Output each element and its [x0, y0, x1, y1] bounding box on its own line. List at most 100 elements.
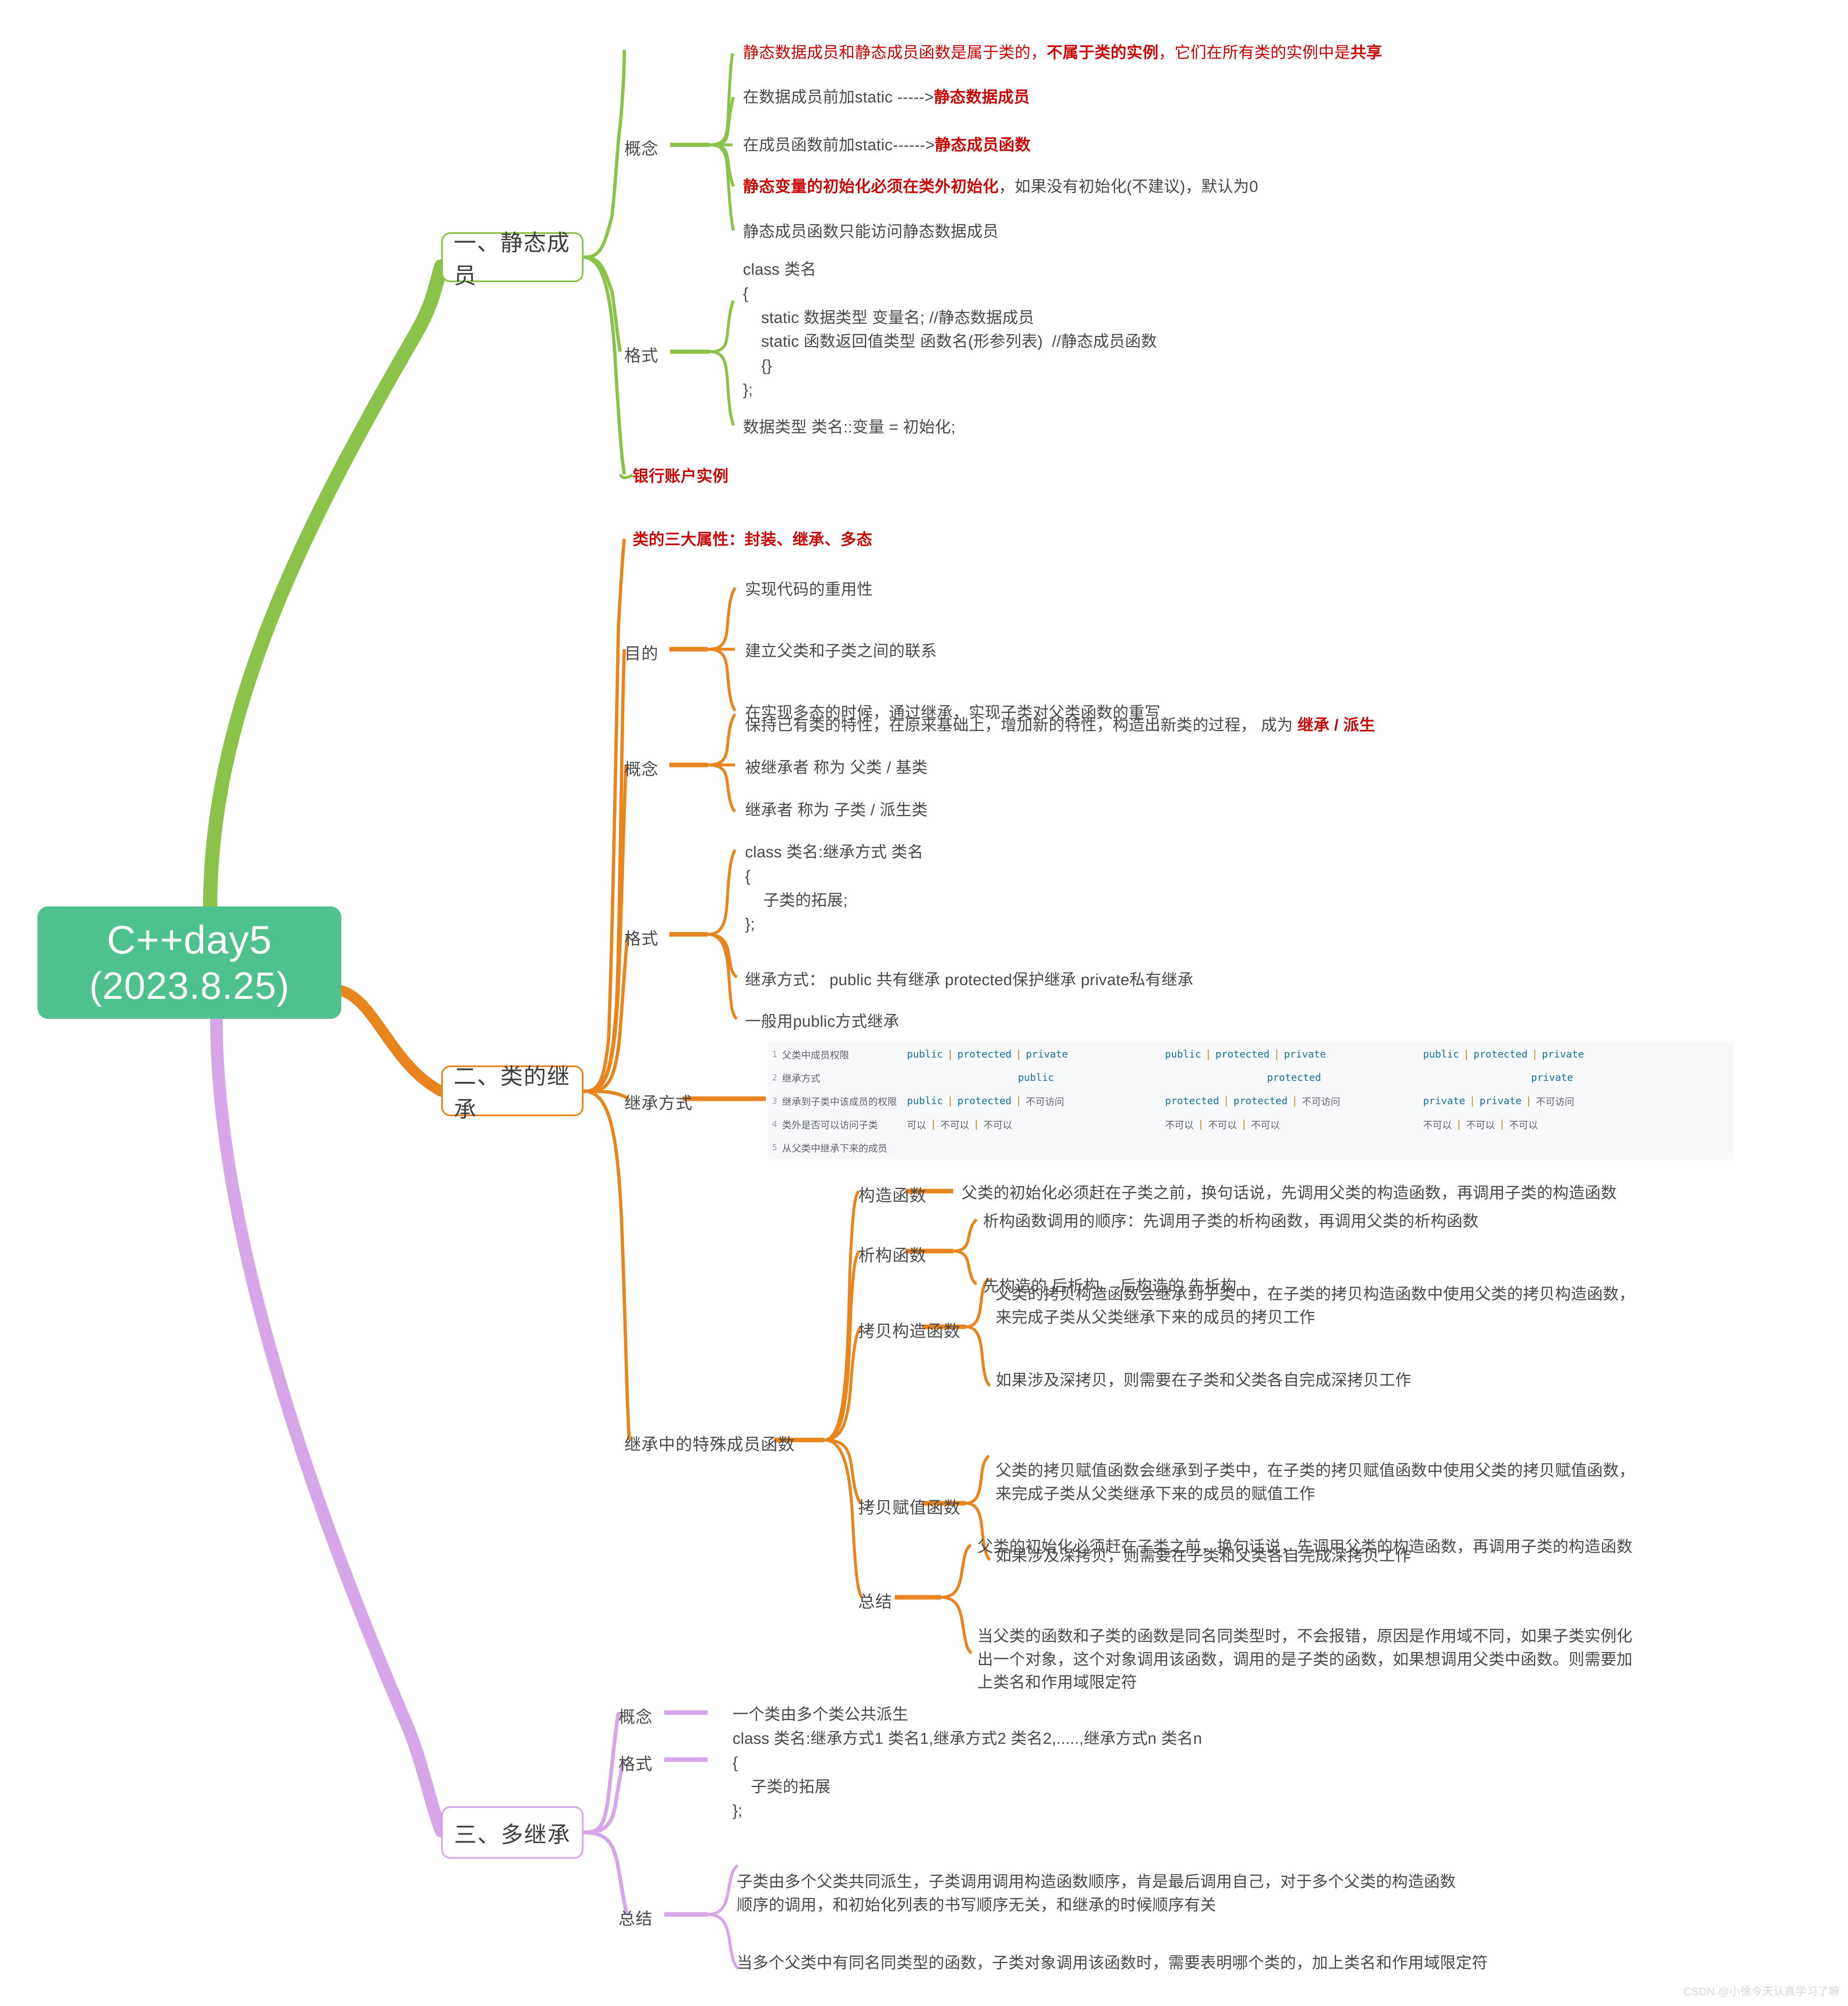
subgroup-label-copy-constructor[interactable]: 拷贝构造函数	[858, 1318, 961, 1342]
row-number: 5	[772, 1142, 777, 1152]
sep-icon: |	[1499, 1118, 1505, 1130]
sep-icon: |	[1469, 1095, 1475, 1107]
row-group: 不可以 | 不可以 | 不可以	[1165, 1117, 1423, 1131]
leaf-multi-concept: 一个类由多个类公共派生	[733, 1706, 909, 1723]
cell: 不可以	[983, 1120, 1012, 1130]
cell: protected	[1165, 1095, 1220, 1107]
branch-node-static-members[interactable]: 一、静态成员	[441, 231, 584, 288]
subgroup-label-constructor[interactable]: 构造函数	[858, 1182, 926, 1206]
leaf-bank-account-example: 银行账户实例	[633, 468, 729, 485]
group-label-concept-inherit[interactable]: 概念	[624, 756, 658, 780]
cell: 不可以	[1251, 1120, 1280, 1130]
leaf-static-concept-5: 静态成员函数只能访问静态数据成员	[743, 223, 999, 241]
cell: 不可以	[1423, 1120, 1452, 1130]
group-label-purpose[interactable]: 目的	[624, 640, 658, 664]
subgroup-label-text: 拷贝构造函数	[858, 1322, 961, 1341]
group-label-text: 继承中的特殊成员函数	[624, 1435, 795, 1454]
cell: 不可以	[1509, 1120, 1538, 1130]
sep-icon: |	[973, 1118, 979, 1130]
table-row: 1 父类中成员权限 public | protected | private publi…	[768, 1043, 1734, 1066]
group-label-text: 概念	[618, 1708, 653, 1726]
leaf-static-concept-1: 静态数据成员和静态成员函数是属于类的，不属于类的实例，它们在所有类的实例中是共享	[743, 44, 1383, 62]
sep-icon: |	[1292, 1095, 1298, 1107]
cell: public	[1423, 1048, 1459, 1060]
group-label-format-static[interactable]: 格式	[624, 342, 658, 366]
leaf-inherit-concept-3: 继承者 称为 子类 / 派生类	[745, 802, 928, 819]
cell: private	[1423, 1095, 1465, 1107]
group-label-text: 总结	[618, 1910, 653, 1928]
branch-node-multiple-inheritance[interactable]: 三、多继承	[441, 1806, 584, 1859]
sep-icon: |	[1463, 1048, 1470, 1060]
subgroup-label-summary-inherit[interactable]: 总结	[858, 1588, 892, 1612]
row-number: 1	[772, 1049, 777, 1059]
cell: private	[1479, 1095, 1522, 1107]
table-row: 3 继承到子类中该成员的权限 public | protected | 不可访问 pro…	[768, 1089, 1734, 1112]
sep-icon: |	[1532, 1048, 1538, 1060]
cell: protected	[1233, 1095, 1288, 1107]
row-number: 3	[772, 1096, 777, 1106]
root-title-line1: C++day5	[107, 918, 272, 963]
leaf-three-properties: 类的三大属性：封装、继承、多态	[633, 531, 873, 549]
leaf-inherit-concept-2: 被继承者 称为 父类 / 基类	[745, 759, 928, 777]
cell: 可以	[907, 1120, 926, 1130]
leaf-multi-summary-1: 子类由多个父类共同派生，子类调用调用构造函数顺序，肯是最后调用自己，对于多个父类…	[737, 1873, 1456, 1914]
leaf-static-concept-3: 在成员函数前加static------>静态成员函数	[743, 137, 1031, 154]
leaf-purpose-2: 建立父类和子类之间的联系	[745, 643, 937, 660]
cell: 不可访问	[1536, 1096, 1575, 1107]
leaf-inherit-summary-1: 父类的初始化必须赶在子类之前，换句话说，先调用父类的构造函数，再调用子类的构造函…	[977, 1538, 1633, 1556]
sep-icon: |	[1525, 1095, 1532, 1107]
sep-icon: |	[1241, 1118, 1247, 1130]
row-number: 2	[772, 1073, 777, 1082]
cell: protected	[1267, 1072, 1321, 1083]
cell: protected	[957, 1095, 1012, 1107]
cell: protected	[1215, 1048, 1270, 1060]
sep-icon: |	[1456, 1118, 1462, 1130]
cell: public	[1018, 1072, 1054, 1083]
group-label-inheritance-mode[interactable]: 继承方式	[624, 1090, 693, 1114]
leaf-inherit-summary-2: 当父类的函数和子类的函数是同名同类型时，不会报错，原因是作用域不同，如果子类实例…	[977, 1628, 1633, 1692]
sep-icon: |	[1223, 1095, 1230, 1107]
row-group: 不可以 | 不可以 | 不可以	[1423, 1117, 1681, 1131]
sep-icon: |	[1016, 1048, 1022, 1060]
cell: private	[1026, 1048, 1068, 1060]
group-label-text: 格式	[624, 930, 658, 948]
group-label-special-members[interactable]: 继承中的特殊成员函数	[624, 1431, 795, 1455]
cell: protected	[957, 1048, 1012, 1060]
sep-icon: |	[947, 1095, 954, 1107]
group-label-text: 目的	[624, 645, 658, 663]
subgroup-label-text: 总结	[858, 1593, 892, 1611]
row-group: private | private | 不可访问	[1423, 1094, 1681, 1108]
group-label-format-multi[interactable]: 格式	[618, 1750, 653, 1775]
group-label-text: 格式	[624, 347, 658, 365]
group-label-summary-multi[interactable]: 总结	[618, 1905, 653, 1929]
root-node[interactable]: C++day5 (2023.8.25)	[37, 906, 341, 1019]
cell: private	[1542, 1048, 1584, 1060]
leaf-purpose-1: 实现代码的重用性	[745, 581, 873, 598]
group-label-concept-static[interactable]: 概念	[624, 135, 658, 159]
cell: private	[1284, 1048, 1326, 1060]
branch-node-inheritance[interactable]: 二、类的继承	[441, 1064, 584, 1122]
group-label-text: 概念	[624, 760, 658, 779]
sep-icon: |	[1198, 1118, 1204, 1130]
leaf-static-concept-2: 在数据成员前加static ----->静态数据成员	[743, 89, 1030, 106]
cell: 不可以	[940, 1120, 969, 1130]
row-group: 可以 | 不可以 | 不可以	[907, 1117, 1165, 1131]
sep-icon: |	[1274, 1048, 1280, 1060]
leaf-inherit-format-code: class 类名:继承方式 类名 { 子类的拓展; };	[745, 844, 924, 933]
table-row: 2 继承方式 public protected private	[768, 1066, 1734, 1089]
leaf-multi-summary-2: 当多个父类中有同名同类型的函数，子类对象调用该函数时，需要表明哪个类的，加上类名…	[737, 1954, 1488, 1972]
leaf-prefer-public: 一般用public方式继承	[745, 1013, 899, 1030]
leaf-inherit-concept-1: 保持已有类的特性，在原来基础上，增加新的特性，构造出新类的过程， 成为 继承 /…	[745, 717, 1376, 734]
group-label-format-inherit[interactable]: 格式	[624, 925, 658, 949]
leaf-constructor-order: 父类的初始化必须赶在子类之前，换句话说，先调用父类的构造函数，再调用子类的构造函…	[961, 1184, 1617, 1202]
subgroup-label-copy-assignment[interactable]: 拷贝赋值函数	[858, 1494, 961, 1518]
sep-icon: |	[930, 1118, 936, 1130]
root-title-line2: (2023.8.25)	[89, 965, 290, 1008]
group-label-text: 概念	[624, 140, 658, 158]
subgroup-label-destructor[interactable]: 析构函数	[858, 1242, 926, 1266]
row-label: 从父类中继承下来的成员	[782, 1143, 887, 1154]
leaf-copy-constructor-desc: 父类的拷贝构造函数会继承到子类中，在子类的拷贝构造函数中使用父类的拷贝构造函数，…	[996, 1286, 1635, 1326]
cell: private	[1531, 1072, 1573, 1083]
group-label-concept-multi[interactable]: 概念	[618, 1703, 653, 1728]
table-row: 4 类外是否可以访问子类 可以 | 不可以 | 不可以 不可以 | 不可以 | 不可以 不可以 |…	[768, 1112, 1734, 1136]
